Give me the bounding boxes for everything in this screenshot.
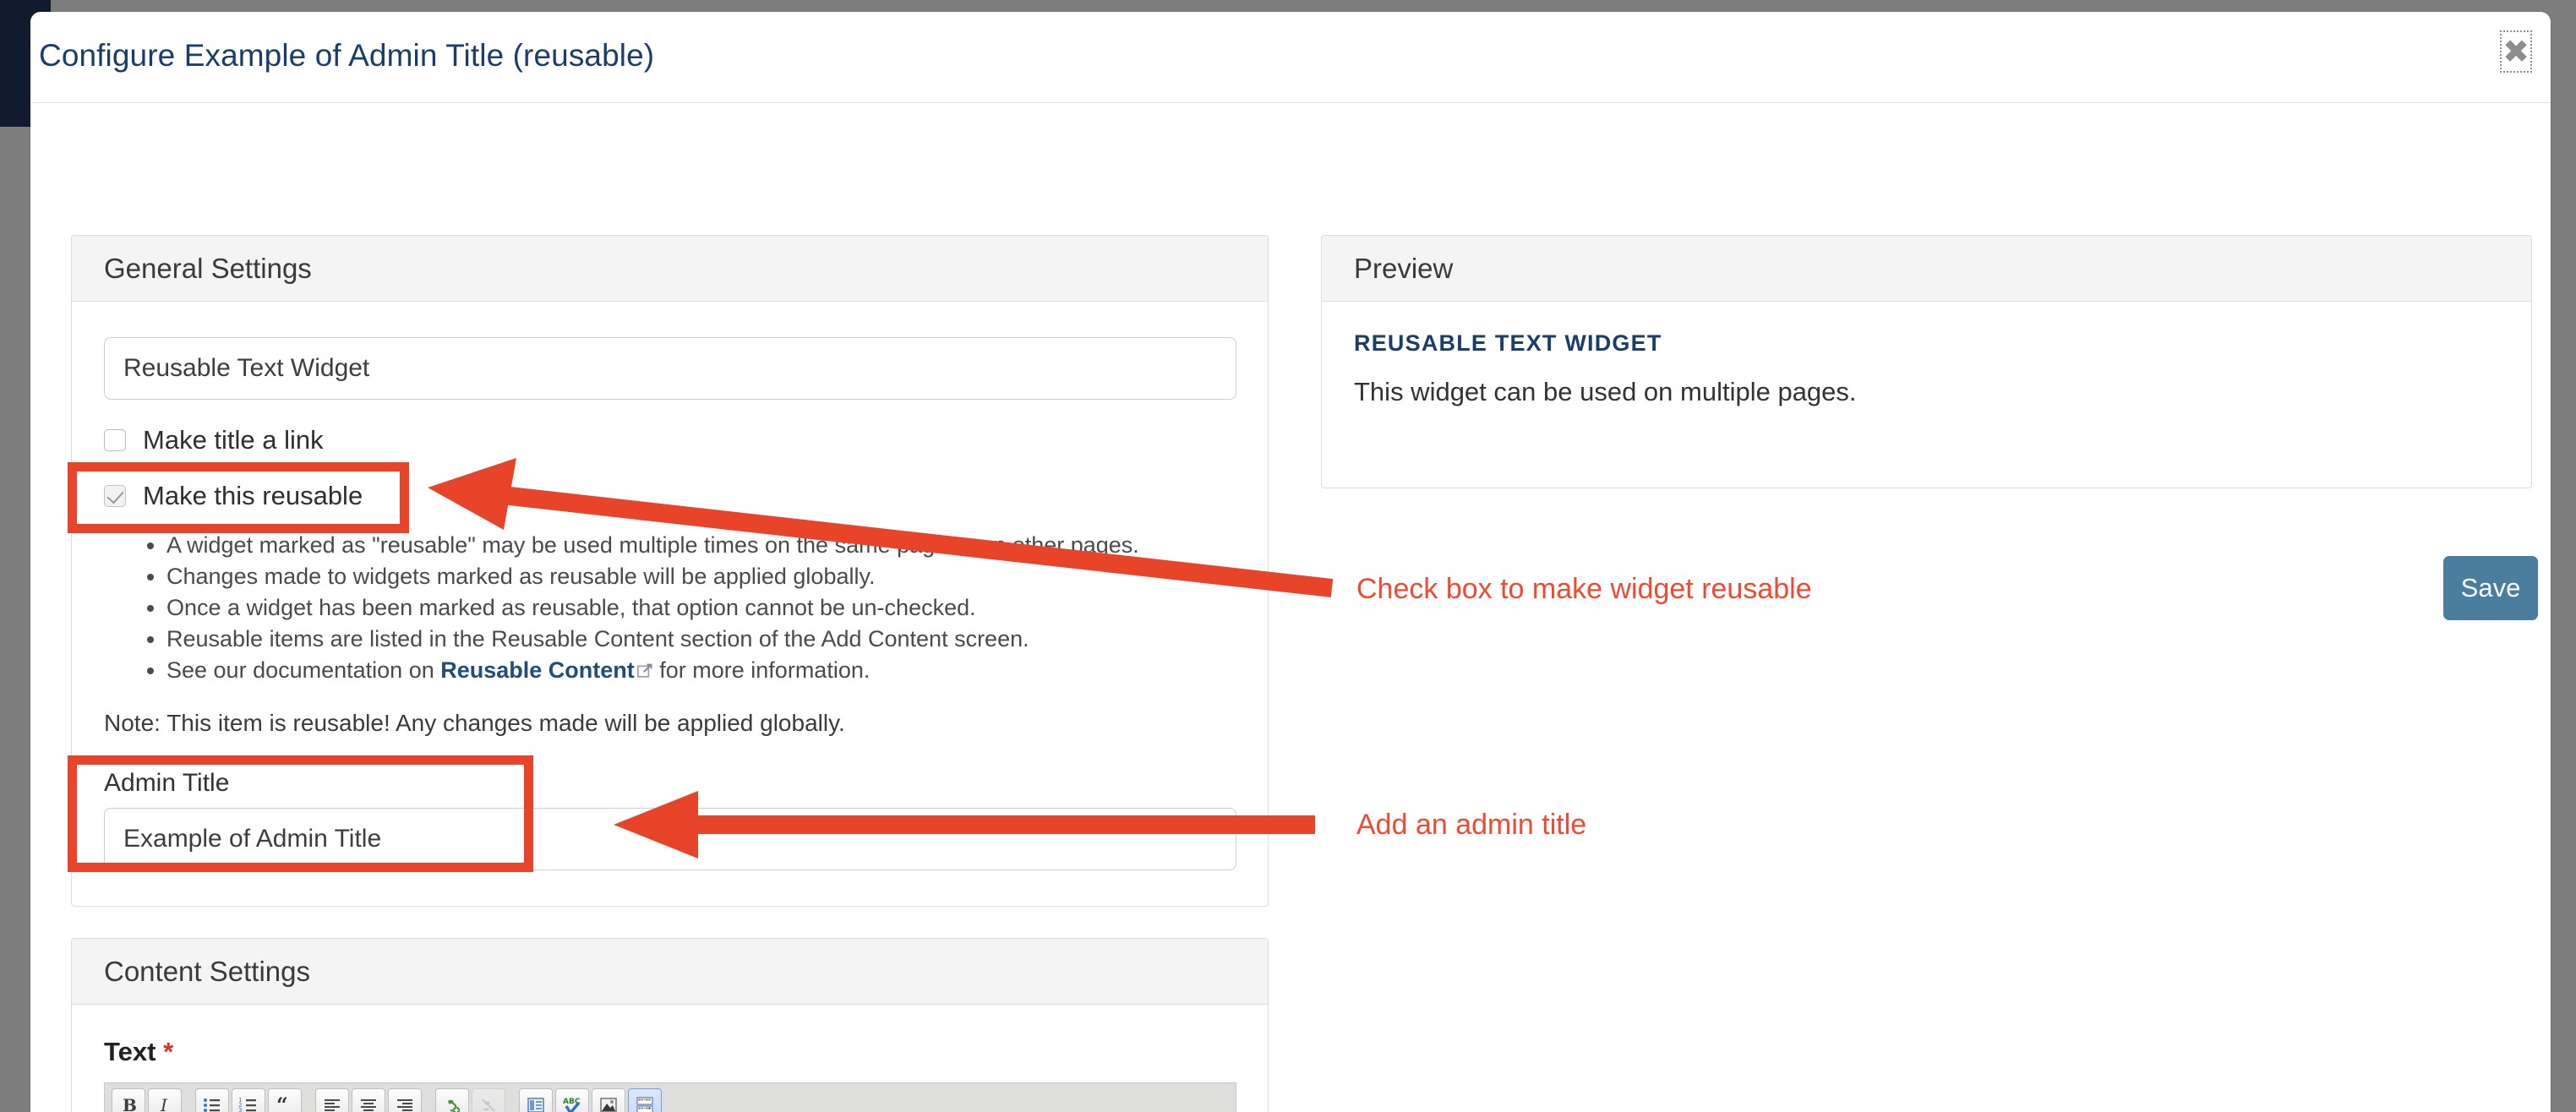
list-item: Reusable items are listed in the Reusabl… — [166, 624, 1236, 655]
page-background-right — [2547, 0, 2576, 1112]
italic-icon[interactable]: I — [148, 1087, 182, 1112]
close-icon[interactable]: ✖ — [2500, 30, 2532, 73]
list-item: Changes made to widgets marked as reusab… — [166, 561, 1236, 592]
save-button[interactable]: Save — [2443, 556, 2538, 620]
reusable-note: Note: This item is reusable! Any changes… — [104, 710, 845, 736]
numbered-list-icon[interactable]: 1 2 3 — [232, 1087, 265, 1112]
blockquote-icon[interactable]: “ — [268, 1087, 302, 1112]
reusable-content-link[interactable]: Reusable Content — [440, 657, 635, 683]
content-settings-panel: Content Settings Text * B I 1 2 3 “ ABC — [71, 938, 1269, 1112]
editor-toolbar: B I 1 2 3 “ ABC — [105, 1083, 1236, 1112]
preview-panel: Preview REUSABLE TEXT WIDGET This widget… — [1321, 235, 2532, 488]
preview-body: REUSABLE TEXT WIDGET This widget can be … — [1322, 330, 2531, 407]
general-settings-body: Make title a link Make this reusable A w… — [72, 337, 1268, 870]
list-item: Once a widget has been marked as reusabl… — [166, 592, 1236, 624]
link-icon[interactable] — [435, 1087, 469, 1112]
preview-header: Preview — [1322, 236, 2531, 302]
admin-title-label: Admin Title — [104, 769, 230, 797]
general-settings-header: General Settings — [72, 236, 1268, 302]
annotation-text-check-box: Check box to make widget reusable — [1356, 573, 1812, 605]
unlink-icon — [472, 1087, 505, 1112]
bulleted-list-icon[interactable] — [195, 1087, 229, 1112]
svg-text:“: “ — [276, 1095, 288, 1112]
preview-title-label: Preview — [1354, 252, 1454, 284]
svg-text:I: I — [160, 1095, 168, 1112]
align-right-icon[interactable] — [388, 1087, 422, 1112]
make-this-reusable-row[interactable]: Make this reusable — [104, 477, 1236, 515]
content-settings-body: Text * B I 1 2 3 “ ABC — [72, 1037, 1268, 1112]
close-icon-glyph: ✖ — [2502, 33, 2530, 70]
annotation-text-admin-title: Add an admin title — [1356, 809, 1587, 841]
make-this-reusable-checkbox[interactable] — [104, 485, 126, 507]
general-settings-panel: General Settings Make title a link Make … — [71, 235, 1269, 907]
modal-header: Configure Example of Admin Title (reusab… — [30, 12, 2551, 103]
align-left-icon[interactable] — [315, 1087, 349, 1112]
rich-text-editor: B I 1 2 3 “ ABC — [104, 1082, 1236, 1112]
preview-widget-text: This widget can be used on multiple page… — [1354, 377, 1857, 406]
image-icon[interactable] — [592, 1087, 625, 1112]
spellcheck-icon[interactable]: ABC — [555, 1087, 589, 1112]
widget-title-input[interactable] — [104, 337, 1236, 400]
content-settings-title: Content Settings — [104, 955, 310, 987]
template-icon[interactable] — [519, 1087, 553, 1112]
text-field-label-text: Text — [104, 1037, 156, 1066]
reusable-info-list: A widget marked as "reusable" may be use… — [104, 530, 1236, 686]
modal-body: General Settings Make title a link Make … — [30, 103, 2551, 1112]
text-field-label: Text * — [104, 1037, 1236, 1067]
align-center-icon[interactable] — [352, 1087, 385, 1112]
configure-widget-modal: Configure Example of Admin Title (reusab… — [30, 12, 2551, 1112]
general-settings-title: General Settings — [104, 252, 312, 284]
required-indicator: * — [163, 1037, 174, 1066]
doc-prefix: See our documentation on — [166, 657, 441, 683]
make-title-a-link-label: Make title a link — [143, 425, 324, 455]
doc-suffix: for more information. — [652, 657, 870, 683]
bold-icon[interactable]: B — [112, 1087, 145, 1112]
make-this-reusable-label: Make this reusable — [143, 481, 363, 510]
svg-text:3: 3 — [238, 1107, 242, 1112]
preview-widget-title: REUSABLE TEXT WIDGET — [1354, 330, 1662, 356]
page-title: Configure Example of Admin Title (reusab… — [39, 38, 655, 73]
external-link-icon — [636, 657, 653, 678]
list-item-documentation: See our documentation on Reusable Conten… — [166, 655, 1236, 686]
admin-title-input[interactable] — [104, 808, 1236, 870]
make-title-a-link-checkbox[interactable] — [104, 429, 126, 451]
source-icon[interactable] — [628, 1087, 662, 1112]
make-title-a-link-row[interactable]: Make title a link — [104, 422, 1236, 459]
list-item: A widget marked as "reusable" may be use… — [166, 530, 1236, 561]
svg-text:B: B — [123, 1095, 137, 1112]
content-settings-header: Content Settings — [72, 939, 1268, 1005]
